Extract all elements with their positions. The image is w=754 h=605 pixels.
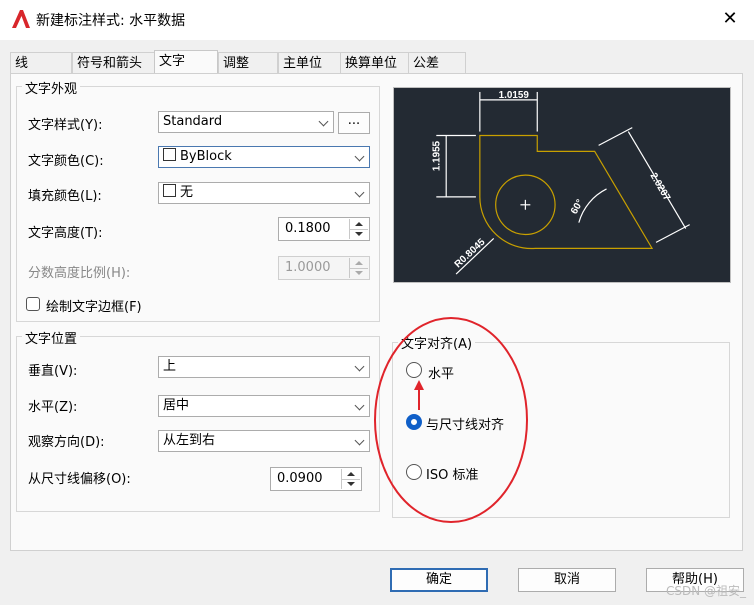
text-color-label: 文字颜色(C): [28,154,104,169]
text-height-label: 文字高度(T): [28,226,103,241]
cancel-button[interactable]: 取消 [518,568,616,592]
text-placement-title: 文字位置 [22,328,81,347]
color-swatch-icon [163,148,176,161]
arrow-up-icon [414,380,424,390]
stepper-arrows [349,219,368,239]
text-color-value: ByBlock [180,149,232,164]
horizontal-label: 水平(Z): [28,400,78,415]
vertical-value: 上 [163,359,177,374]
preview-dim-top-text: 1.0159 [499,90,530,101]
text-color-select[interactable]: ByBlock [158,146,370,168]
fill-color-value: 无 [180,185,194,200]
chevron-down-icon [318,116,329,127]
text-height-stepper[interactable]: 0.1800 [278,217,370,241]
stepper-down-button[interactable] [350,268,368,278]
chevron-down-icon [354,361,365,372]
horizontal-select[interactable]: 居中 [158,395,370,417]
tab-fit[interactable]: 调整 [218,52,278,73]
fraction-scale-value: 1.0000 [285,260,331,275]
stepper-down-button[interactable] [342,479,360,489]
draw-frame-label: 绘制文字边框(F) [46,300,142,315]
triangle-up-icon [355,222,363,226]
color-swatch-icon [163,184,176,197]
triangle-down-icon [355,271,363,275]
view-direction-select[interactable]: 从左到右 [158,430,370,452]
preview-dim-radius-text: R0.8045 [453,236,488,270]
preview-dim-left-text: 1.1955 [431,140,442,171]
triangle-up-icon [355,261,363,265]
stepper-arrows [349,258,368,278]
text-style-select[interactable]: Standard [158,111,334,133]
text-style-value: Standard [163,114,223,129]
preview-dim-slant-text: 2.0207 [647,171,672,203]
text-style-label: 文字样式(Y): [28,118,103,133]
horizontal-value: 居中 [163,398,190,413]
fill-color-select[interactable]: 无 [158,182,370,204]
tab-lines[interactable]: 线 [10,52,72,73]
close-button[interactable]: ✕ [712,4,748,34]
window-title: 新建标注样式: 水平数据 [36,13,186,29]
annotation-ellipse [374,317,528,523]
preview-dimension-texts: 1.0159 1.1955 2.0207 60° R0.8045 [431,90,672,270]
tab-text[interactable]: 文字 [154,50,218,74]
text-style-browse-button[interactable]: ... [338,112,370,134]
autocad-logo-icon [12,10,30,28]
triangle-down-icon [355,232,363,236]
tab-alternate-units[interactable]: 换算单位 [340,52,418,73]
fill-color-label: 填充颜色(L): [28,189,102,204]
offset-value: 0.0900 [277,471,323,486]
triangle-down-icon [347,482,355,486]
vertical-select[interactable]: 上 [158,356,370,378]
offset-label: 从尺寸线偏移(O): [28,472,131,487]
triangle-up-icon [347,472,355,476]
stepper-arrows [341,469,360,489]
tab-tolerances[interactable]: 公差 [408,52,466,73]
text-height-value: 0.1800 [285,221,331,236]
tab-primary-units[interactable]: 主单位 [278,52,342,73]
view-direction-label: 观察方向(D): [28,435,105,450]
tab-symbols-arrows[interactable]: 符号和箭头 [72,52,164,73]
text-appearance-title: 文字外观 [22,78,81,97]
fraction-scale-label: 分数高度比例(H): [28,266,131,281]
chevron-down-icon [354,187,365,198]
chevron-down-icon [354,400,365,411]
draw-frame-checkbox[interactable] [26,297,40,311]
vertical-label: 垂直(V): [28,364,78,379]
preview-part-shape [479,134,654,250]
ok-button[interactable]: 确定 [390,568,488,592]
fraction-scale-stepper[interactable]: 1.0000 [278,256,370,280]
preview-center-mark-icon [520,199,531,210]
preview-dim-angle-text: 60° [569,198,586,216]
preview-canvas: 1.0159 1.1955 2.0207 60° R0.8045 [393,87,731,283]
offset-stepper[interactable]: 0.0900 [270,467,362,491]
annotation-overlay [374,317,528,523]
watermark: CSDN @祖安_ [665,584,746,598]
view-direction-value: 从左到右 [163,433,216,448]
chevron-down-icon [354,151,365,162]
stepper-down-button[interactable] [350,229,368,239]
chevron-down-icon [354,435,365,446]
